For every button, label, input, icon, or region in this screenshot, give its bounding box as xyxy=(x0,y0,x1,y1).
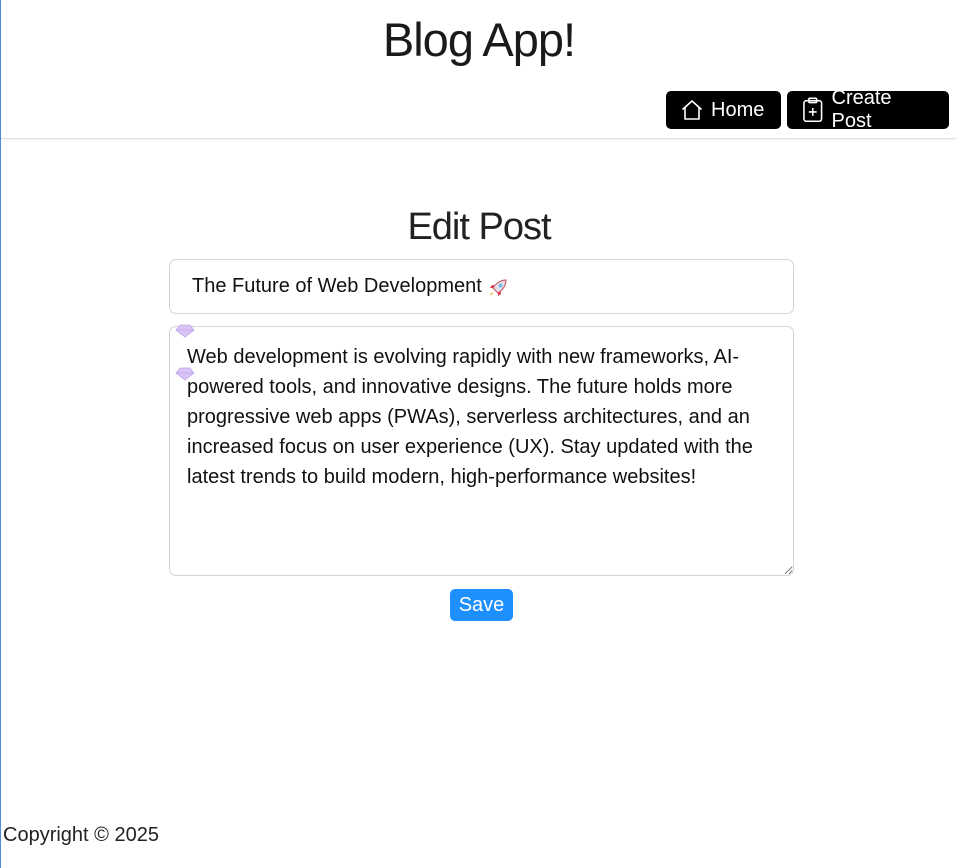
footer-copyright: Copyright © 2025 xyxy=(3,824,159,846)
clipboard-plus-icon xyxy=(803,97,823,123)
post-content-textarea[interactable]: Web development is evolving rapidly with… xyxy=(169,326,794,576)
create-post-button-label: Create Post xyxy=(831,87,892,132)
app-header: Blog App! Home Create Post xyxy=(1,0,956,139)
home-icon xyxy=(681,100,703,120)
home-button-label: Home xyxy=(711,98,765,121)
edit-post-heading: Edit Post xyxy=(407,206,551,248)
rocket-icon xyxy=(490,279,507,296)
post-title-input[interactable] xyxy=(169,259,794,314)
create-post-button[interactable]: Create Post xyxy=(787,87,949,132)
gem-icon xyxy=(175,367,195,381)
save-button[interactable]: Save xyxy=(450,589,513,621)
app-title: Blog App! xyxy=(382,13,576,66)
home-button[interactable]: Home xyxy=(666,91,781,129)
gem-icon xyxy=(175,324,195,338)
